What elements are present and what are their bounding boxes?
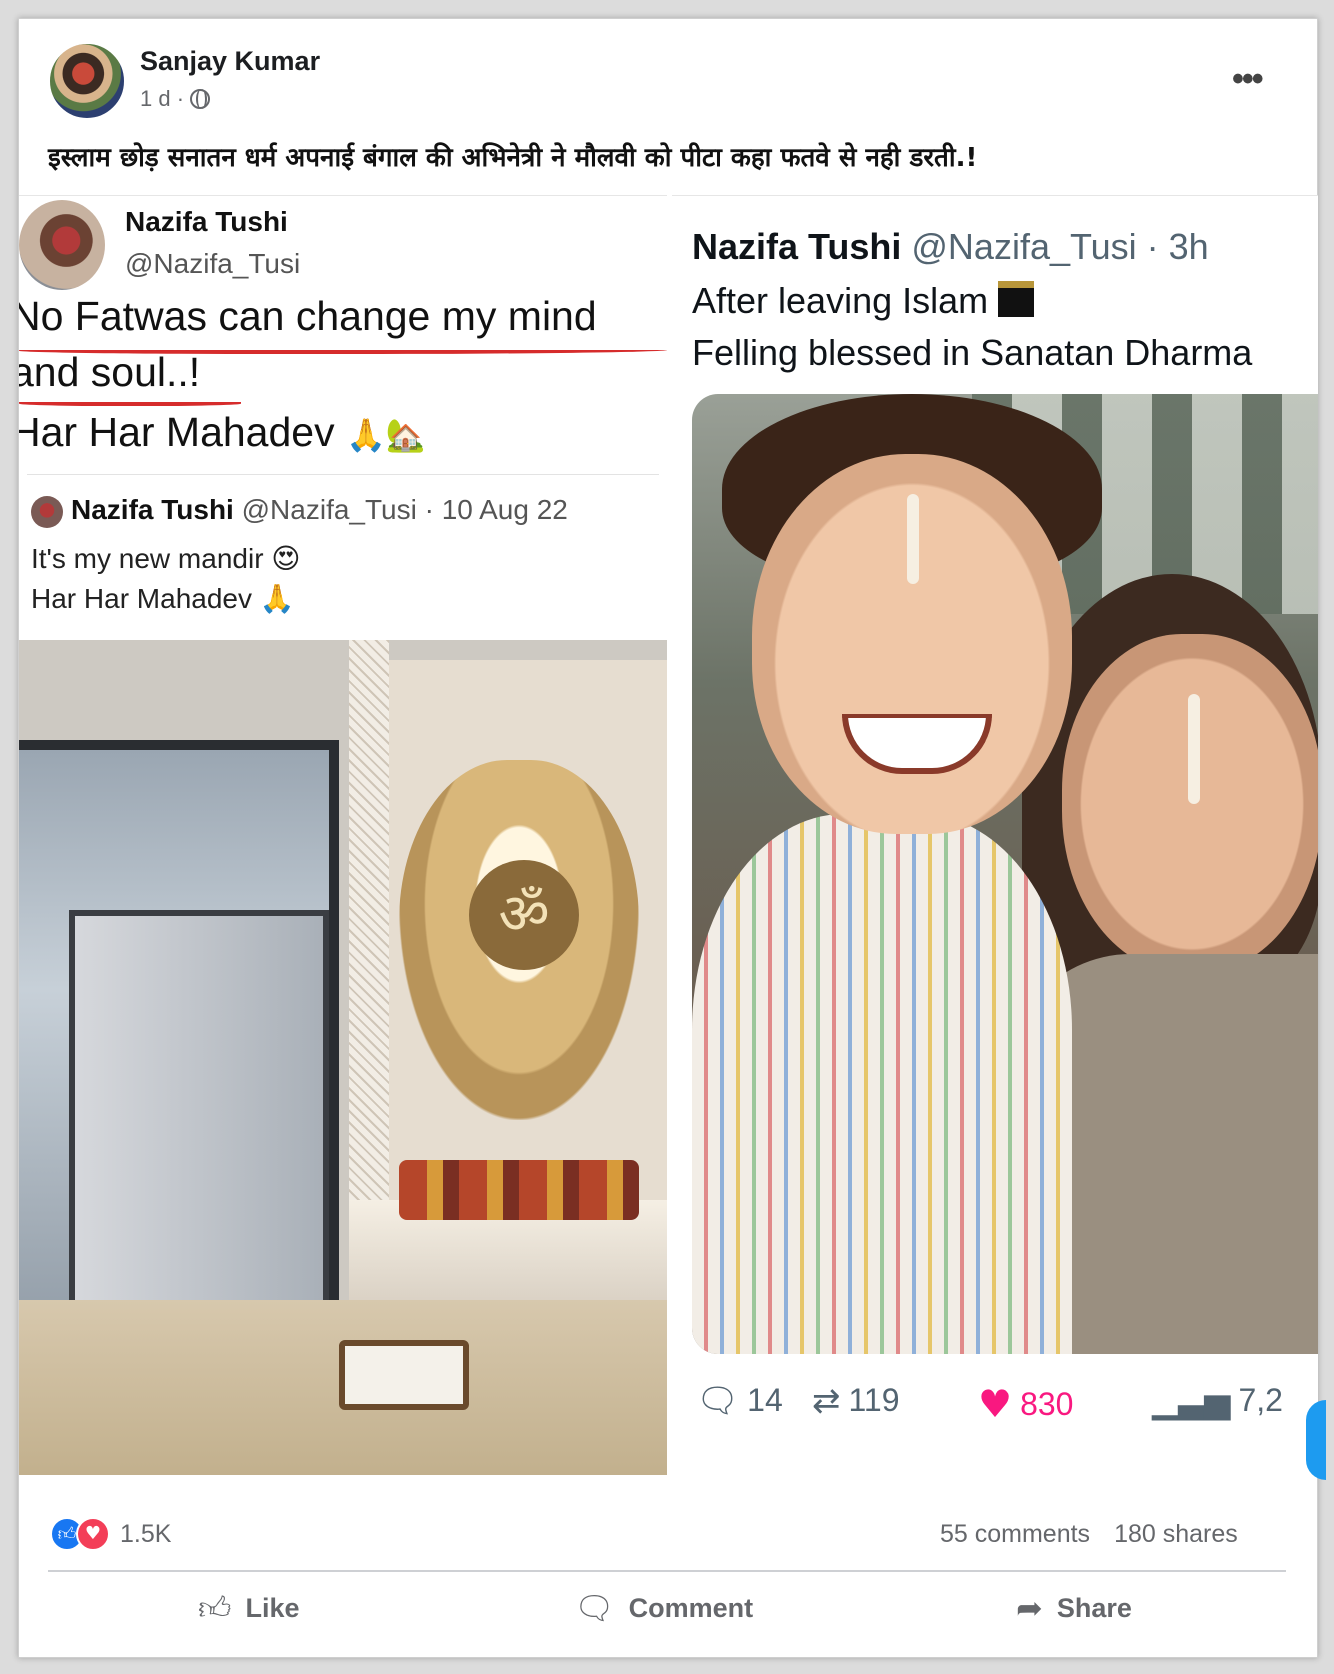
- like-button[interactable]: 👍︎ Like: [198, 1592, 299, 1624]
- tweet-avatar: [19, 200, 105, 290]
- child-striped-shirt: [692, 814, 1072, 1354]
- footer-divider: [48, 1570, 1286, 1572]
- lattice-panel: [349, 640, 389, 1200]
- tweet-author-name: Nazifa Tushi: [125, 206, 288, 237]
- quoted-handle-date: @Nazifa_Tusi · 10 Aug 22: [241, 494, 568, 525]
- tweet-text-line-1: After leaving Islam: [692, 280, 1035, 322]
- quoted-avatar: [31, 496, 63, 528]
- globe-icon: [190, 89, 211, 109]
- author-avatar[interactable]: [48, 42, 126, 120]
- share-button[interactable]: ➦ Share: [1016, 1592, 1132, 1624]
- tweet-author-name: Nazifa Tushi: [692, 226, 902, 267]
- quoted-header: Nazifa Tushi @Nazifa_Tusi · 10 Aug 22: [71, 494, 568, 526]
- thumbs-up-icon: 👍︎: [198, 1589, 232, 1627]
- reply-count: 14: [747, 1382, 783, 1418]
- child-tilak: [907, 494, 919, 584]
- comment-button[interactable]: 🗨︎ Comment: [574, 1592, 753, 1624]
- love-reaction-icon: ♥: [76, 1517, 110, 1551]
- om-symbol: ॐ: [469, 860, 579, 970]
- reply-action[interactable]: 🗨︎ 14: [696, 1382, 783, 1419]
- comment-icon: 🗨︎: [574, 1589, 615, 1627]
- quoted-text-line-2: Har Har Mahadev 🙏: [31, 583, 295, 614]
- like-count: 830: [1020, 1385, 1074, 1422]
- tweet-author-handle: @Nazifa_Tusi: [125, 248, 301, 279]
- comments-count[interactable]: 55 comments: [940, 1520, 1090, 1548]
- more-options-button[interactable]: •••: [1232, 60, 1264, 99]
- divider: [27, 474, 659, 475]
- quoted-author-name: Nazifa Tushi: [71, 494, 234, 525]
- blue-edge-tab: [1306, 1400, 1326, 1480]
- stool: [339, 1340, 469, 1410]
- share-button-label: Share: [1056, 1592, 1132, 1623]
- reaction-summary[interactable]: 👍︎ ♥ 1.5K: [50, 1517, 171, 1551]
- tweet-text-line-2: Felling blessed in Sanatan Dharma: [692, 332, 1253, 373]
- left-tweet-image[interactable]: Nazifa Tushi @Nazifa_Tusi No Fatwas can …: [19, 195, 667, 1475]
- tweet-text-line-3-text: Har Har Mahadev: [19, 409, 335, 455]
- retweet-count: 119: [848, 1382, 900, 1418]
- idols: [399, 1160, 639, 1220]
- share-arrow-icon: ➦: [1016, 1589, 1043, 1627]
- tweet-text-line-1-text: After leaving Islam: [692, 280, 989, 321]
- reaction-count: 1.5K: [120, 1519, 172, 1548]
- post-meta: 1 d ·: [140, 86, 211, 112]
- tweet-actions: 🗨︎ 14 ⇄ 119 ♥ 830 ▁▃▅ 7,2: [672, 1382, 1318, 1432]
- right-tweet-image[interactable]: Nazifa Tushi @Nazifa_Tusi · 3h After lea…: [672, 195, 1318, 1475]
- woman-face: [1062, 634, 1318, 974]
- author-name[interactable]: Sanjay Kumar: [140, 46, 320, 77]
- quoted-text-line-1: It's my new mandir 😍: [31, 543, 301, 574]
- post-caption: इस्लाम छोड़ सनातन धर्म अपनाई बंगाल की अभ…: [48, 143, 978, 173]
- shares-count[interactable]: 180 shares: [1114, 1520, 1238, 1548]
- retweet-icon: ⇄: [812, 1380, 841, 1421]
- woman-tilak: [1188, 694, 1200, 804]
- tweet-text-line-1: No Fatwas can change my mind: [19, 293, 597, 339]
- pray-house-emoji: 🙏🏡: [345, 417, 426, 453]
- selfie-photo: [692, 394, 1318, 1354]
- retweet-action[interactable]: ⇄ 119: [812, 1382, 900, 1419]
- post-stats: 55 comments 180 shares: [940, 1520, 1238, 1549]
- window-inner: [69, 910, 329, 1310]
- window: [19, 740, 339, 1360]
- post-time[interactable]: 1 d ·: [140, 86, 184, 112]
- tweet-text-line-3: Har Har Mahadev 🙏🏡: [19, 404, 426, 463]
- tweet-handle-time: @Nazifa_Tusi · 3h: [911, 226, 1209, 267]
- reply-icon: 🗨︎: [696, 1380, 740, 1421]
- kaaba-emoji: [998, 281, 1035, 317]
- views-count: 7,2: [1238, 1382, 1283, 1418]
- tweet-header: Nazifa Tushi @Nazifa_Tusi · 3h: [692, 226, 1209, 268]
- tweet-text-line-2: and soul..!: [19, 349, 201, 395]
- views-icon: ▁▃▅: [1152, 1380, 1231, 1421]
- mandir-photo: ॐ: [19, 640, 667, 1475]
- like-action[interactable]: ♥ 830: [978, 1382, 1073, 1426]
- comment-button-label: Comment: [628, 1592, 754, 1623]
- like-button-label: Like: [245, 1592, 300, 1623]
- views-action[interactable]: ▁▃▅ 7,2: [1152, 1382, 1283, 1419]
- heart-icon: ♥: [978, 1382, 1013, 1426]
